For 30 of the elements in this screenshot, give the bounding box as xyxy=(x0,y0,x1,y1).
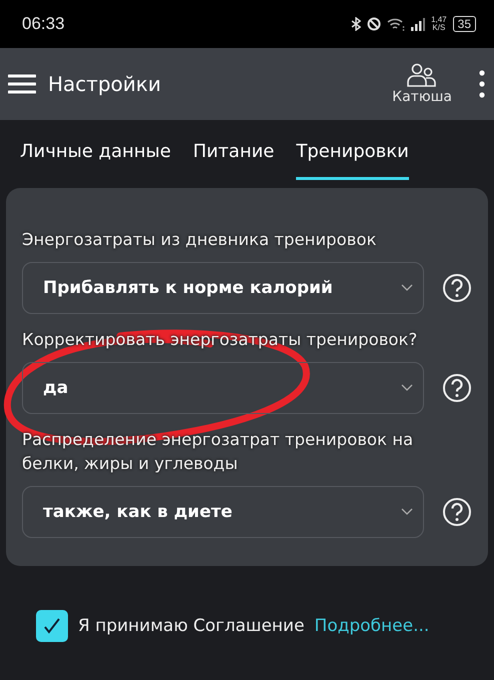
more-link[interactable]: Подробнее... xyxy=(314,616,430,636)
setting-label: Энергозатраты из дневника тренировок xyxy=(22,229,378,251)
chevron-down-icon xyxy=(401,384,413,392)
people-icon[interactable] xyxy=(407,63,438,87)
menu-icon[interactable] xyxy=(8,74,36,94)
checkbox[interactable] xyxy=(36,610,68,642)
tab[interactable]: Тренировки xyxy=(296,120,409,180)
dropdown-field[interactable]: Прибавлять к норме калорий xyxy=(22,262,424,314)
tab[interactable]: Личные данные xyxy=(20,120,171,180)
speed-unit: K/S xyxy=(432,24,446,32)
clock: 06:33 xyxy=(22,14,65,34)
profile-name[interactable]: Катюша xyxy=(392,89,452,105)
wifi-icon xyxy=(387,17,406,31)
dropdown-field[interactable]: также, как в диете xyxy=(22,486,424,538)
dropdown-field[interactable]: да xyxy=(22,362,424,414)
battery-indicator: 35 xyxy=(452,16,476,32)
help-icon[interactable] xyxy=(442,496,472,527)
check-icon xyxy=(43,616,61,635)
network-speed: 1,47 xyxy=(431,16,447,24)
chevron-down-icon xyxy=(401,284,413,292)
bluetooth-icon xyxy=(351,17,362,31)
help-icon[interactable] xyxy=(442,272,472,303)
tab[interactable]: Питание xyxy=(192,120,274,180)
signal-icon xyxy=(411,18,426,30)
screen-title: Настройки xyxy=(48,72,161,96)
more-options-icon[interactable] xyxy=(478,70,486,98)
chevron-down-icon xyxy=(401,508,413,516)
agreement-text: Я принимаю Соглашение xyxy=(78,616,304,636)
help-icon[interactable] xyxy=(442,372,472,403)
do-not-disturb-icon xyxy=(367,17,382,31)
